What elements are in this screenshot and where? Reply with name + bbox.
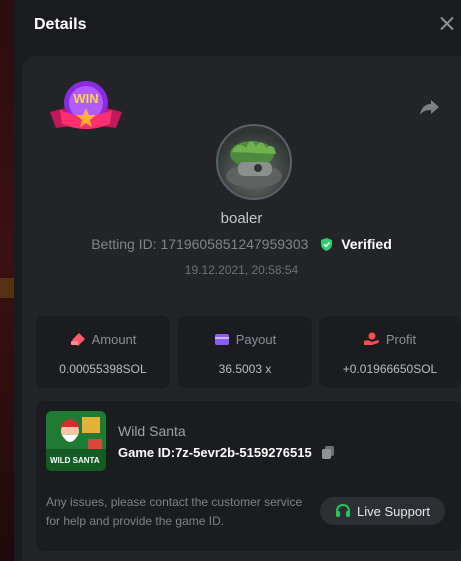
- game-id-row: Game ID:7z-5evr2b-5159276515: [118, 445, 335, 460]
- copy-icon[interactable]: [321, 445, 335, 459]
- game-thumbnail[interactable]: WILD SANTA: [46, 411, 106, 471]
- username: boaler: [220, 210, 263, 227]
- betting-id-row: Betting ID: 1719605851247959303 Verified: [22, 236, 461, 252]
- game-id-value: 7z-5evr2b-5159276515: [175, 445, 312, 460]
- shield-check-icon: [321, 238, 333, 251]
- profit-stat: Profit +0.01966650SOL: [319, 316, 461, 388]
- avatar-image: [226, 141, 282, 188]
- bet-date: 19.12.2021, 20:58:54: [184, 263, 299, 277]
- amount-stat: Amount 0.00055398SOL: [36, 316, 170, 388]
- wallet-icon: [214, 334, 229, 345]
- amount-value: 0.00055398SOL: [59, 362, 147, 376]
- verified-label: Verified: [341, 236, 392, 252]
- betting-id-label: Betting ID:: [91, 236, 157, 252]
- payout-value: 36.5003 x: [218, 362, 272, 376]
- avatar: [216, 124, 292, 200]
- close-icon[interactable]: [437, 14, 457, 34]
- support-notice: Any issues, please contact the customer …: [46, 495, 303, 528]
- game-name: Wild Santa: [118, 423, 186, 439]
- modal-title: Details: [34, 16, 87, 33]
- profit-label: Profit: [385, 332, 417, 347]
- game-thumbnail-art: WILD SANTA: [46, 411, 106, 471]
- amount-label: Amount: [91, 332, 137, 347]
- profit-icon: [363, 332, 379, 345]
- bet-details-card: WIN boaler Betting ID: 17196058512479593…: [22, 56, 461, 561]
- game-id-label: Game ID:: [118, 445, 176, 460]
- live-support-label: Live Support: [357, 503, 430, 519]
- payout-stat: Payout 36.5003 x: [178, 316, 312, 388]
- profit-value: +0.01966650SOL: [342, 362, 438, 376]
- svg-text:WIN: WIN: [73, 91, 98, 106]
- game-card: WILD SANTA Wild Santa Game ID:7z-5evr2b-…: [36, 401, 461, 551]
- details-modal: Details WIN boaler Betting ID: 171960585…: [14, 0, 461, 561]
- win-badge-icon: WIN: [50, 81, 122, 129]
- live-support-button[interactable]: Live Support: [320, 497, 445, 525]
- payout-label: Payout: [235, 332, 277, 347]
- betting-id-value: 1719605851247959303: [160, 236, 309, 252]
- amount-icon: [70, 333, 85, 346]
- headset-icon: [336, 503, 350, 517]
- share-icon[interactable]: [418, 96, 440, 118]
- svg-text:WILD SANTA: WILD SANTA: [50, 456, 100, 465]
